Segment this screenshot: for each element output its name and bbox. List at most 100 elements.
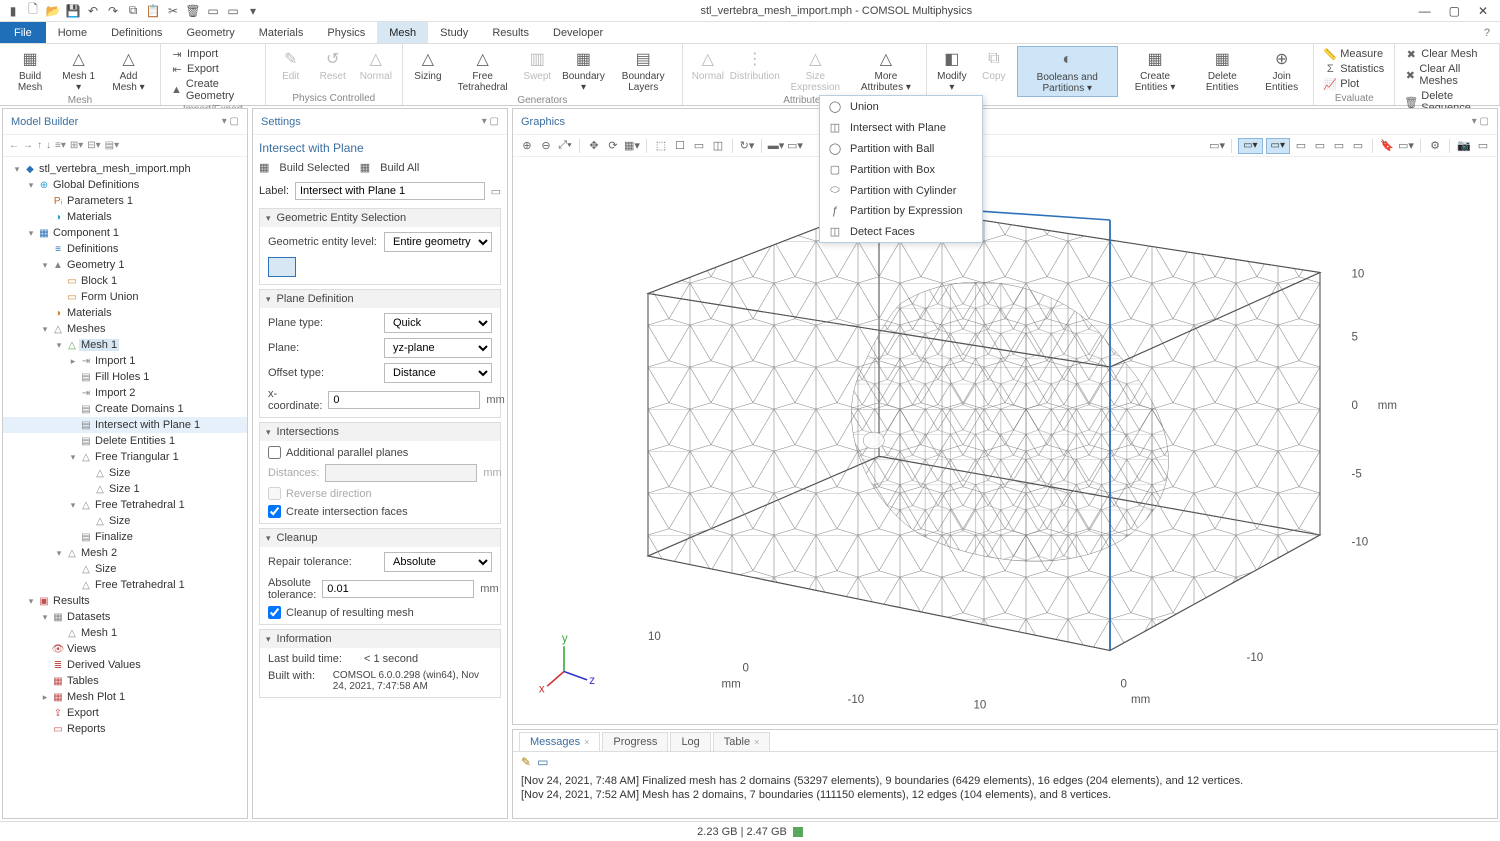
tree-node[interactable]: ▭Reports [3,721,247,737]
tab-study[interactable]: Study [428,22,480,43]
export-button[interactable]: ⇤Export [169,62,257,76]
sizing-button[interactable]: △Sizing [409,46,447,84]
minimize-button[interactable]: — [1419,4,1431,18]
tree-node[interactable]: PᵢParameters 1 [3,193,247,209]
camera-icon[interactable]: 📷 [1456,138,1472,154]
tree-node[interactable]: ▾▣Results [3,593,247,609]
tab-progress[interactable]: Progress [602,732,668,751]
tree-node[interactable]: ▾◆stl_vertebra_mesh_import.mph [3,161,247,177]
section-plane-def[interactable]: ▾Plane Definition [260,290,500,308]
new-icon[interactable]: 🗋 [26,4,40,18]
tree-node[interactable]: △Free Tetrahedral 1 [3,577,247,593]
save-icon[interactable]: ▮ [6,4,20,18]
join-entities-button[interactable]: ⊕Join Entities [1256,46,1307,95]
save2-icon[interactable]: 💾 [66,4,80,18]
zoom-out-icon[interactable]: ⊖ [538,138,554,154]
clear-mesh-button[interactable]: ✖Clear Mesh [1403,47,1491,61]
redo-icon[interactable]: ↷ [106,4,120,18]
tree-node[interactable]: 👁Views [3,641,247,657]
gtool-i-icon[interactable]: ▭▾ [1398,138,1414,154]
more-attr-button[interactable]: △More Attributes ▾ [852,46,920,95]
dropdown-intersect-plane[interactable]: ◫Intersect with Plane [820,117,982,138]
select-icon[interactable]: ⬚ [653,138,669,154]
tree-node[interactable]: ▾▦Component 1 [3,225,247,241]
tree-node[interactable]: △Size [3,561,247,577]
mb-tool-2[interactable]: → [23,140,33,151]
tab-definitions[interactable]: Definitions [99,22,174,43]
open-icon[interactable]: 📂 [46,4,60,18]
label-input[interactable] [295,182,485,200]
tab-physics[interactable]: Physics [315,22,377,43]
tab-home[interactable]: Home [46,22,99,43]
dropdown-partition-box[interactable]: ▢Partition with Box [820,159,982,180]
measure-button[interactable]: 📏Measure [1322,47,1386,61]
rotate-icon[interactable]: ⟳ [605,138,621,154]
tree-node[interactable]: ◑Materials [3,209,247,225]
render2-icon[interactable]: ▭▾ [787,138,803,154]
tab-messages[interactable]: Messages× [519,732,600,751]
statistics-button[interactable]: ΣStatistics [1322,62,1386,76]
tree-node[interactable]: ▾▦Datasets [3,609,247,625]
msg-tool-1[interactable]: ✎ [521,755,531,769]
dropdown-partition-ball[interactable]: ◯Partition with Ball [820,138,982,159]
tree-node[interactable]: ▭Block 1 [3,273,247,289]
settings-tools[interactable]: ▾ ▢ [482,116,499,127]
section-cleanup[interactable]: ▾Cleanup [260,529,500,547]
graphics-canvas[interactable]: y z x 100-10 100-10 mm mm 1050-5-10 mm [513,157,1497,724]
gtool-last-icon[interactable]: ▭ [1475,138,1491,154]
paste-icon[interactable]: 📋 [146,4,160,18]
select3-icon[interactable]: ▭ [691,138,707,154]
additional-planes-cb[interactable]: Additional parallel planes [268,446,492,459]
mesh1-button[interactable]: △Mesh 1 ▾ [58,46,99,95]
tree-node[interactable]: ▸▦Mesh Plot 1 [3,689,247,705]
zoom-extents-icon[interactable]: ⤢▾ [557,138,573,154]
render-icon[interactable]: ▬▾ [768,138,784,154]
tab-results[interactable]: Results [480,22,541,43]
mb-tool-5[interactable]: ≡▾ [55,140,66,151]
section-information[interactable]: ▾Information [260,630,500,648]
cleanup-mesh-cb[interactable]: Cleanup of resulting mesh [268,606,492,619]
gtool-h-icon[interactable]: 🔖 [1379,138,1395,154]
gtool-settings-icon[interactable]: ⚙ [1427,138,1443,154]
help-button[interactable]: ? [1474,22,1500,43]
create-int-faces-cb[interactable]: Create intersection faces [268,505,492,518]
mb-tool-1[interactable]: ← [9,140,19,151]
tree-node[interactable]: ▾△Mesh 2 [3,545,247,561]
tree-node[interactable]: △Size [3,513,247,529]
repair-tol-select[interactable]: Absolute [384,552,492,572]
pan-icon[interactable]: ✥ [586,138,602,154]
free-tet-button[interactable]: △Free Tetrahedral [451,46,514,95]
tree-node[interactable]: ▭Form Union [3,289,247,305]
tab-log[interactable]: Log [670,732,710,751]
select2-icon[interactable]: ☐ [672,138,688,154]
reset-view-icon[interactable]: ↻▾ [739,138,755,154]
add-mesh-button[interactable]: △Add Mesh ▾ [103,46,154,95]
booleans-partitions-button[interactable]: ◐Booleans and Partitions ▾ [1017,46,1118,97]
xcoord-input[interactable] [328,391,480,409]
gtool-e-icon[interactable]: ▭ [1312,138,1328,154]
tree-node[interactable]: ▾△Mesh 1 [3,337,247,353]
gtool-d-icon[interactable]: ▭ [1293,138,1309,154]
dropdown-union[interactable]: ◯Union [820,96,982,117]
delete-entities-button[interactable]: ▦Delete Entities [1192,46,1252,95]
tree-node[interactable]: ≣Derived Values [3,657,247,673]
tree-node[interactable]: ▤Intersect with Plane 1 [3,417,247,433]
gtool-b-icon[interactable]: ▭▾ [1238,138,1262,154]
tree-node[interactable]: ▾⊕Global Definitions [3,177,247,193]
build-selected-button[interactable]: Build Selected [279,162,349,174]
build-all-button[interactable]: Build All [380,162,419,174]
close-button[interactable]: ✕ [1478,4,1488,18]
boundary-layers-button[interactable]: ▤Boundary Layers [611,46,676,95]
tree-node[interactable]: ▤Fill Holes 1 [3,369,247,385]
offset-type-select[interactable]: Distance [384,363,492,383]
dropdown-partition-expr[interactable]: ƒPartition by Expression [820,201,982,221]
tree-node[interactable]: ◑Materials [3,305,247,321]
tree-node[interactable]: ▾△Free Triangular 1 [3,449,247,465]
maximize-button[interactable]: ▢ [1449,4,1460,18]
section-intersections[interactable]: ▾Intersections [260,423,500,441]
boundary-button[interactable]: ▦Boundary ▾ [560,46,606,95]
import-button[interactable]: ⇥Import [169,47,257,61]
dropdown-detect-faces[interactable]: ◫Detect Faces [820,221,982,242]
gtool-a-icon[interactable]: ▭▾ [1209,138,1225,154]
mb-tool-4[interactable]: ↓ [46,140,51,151]
